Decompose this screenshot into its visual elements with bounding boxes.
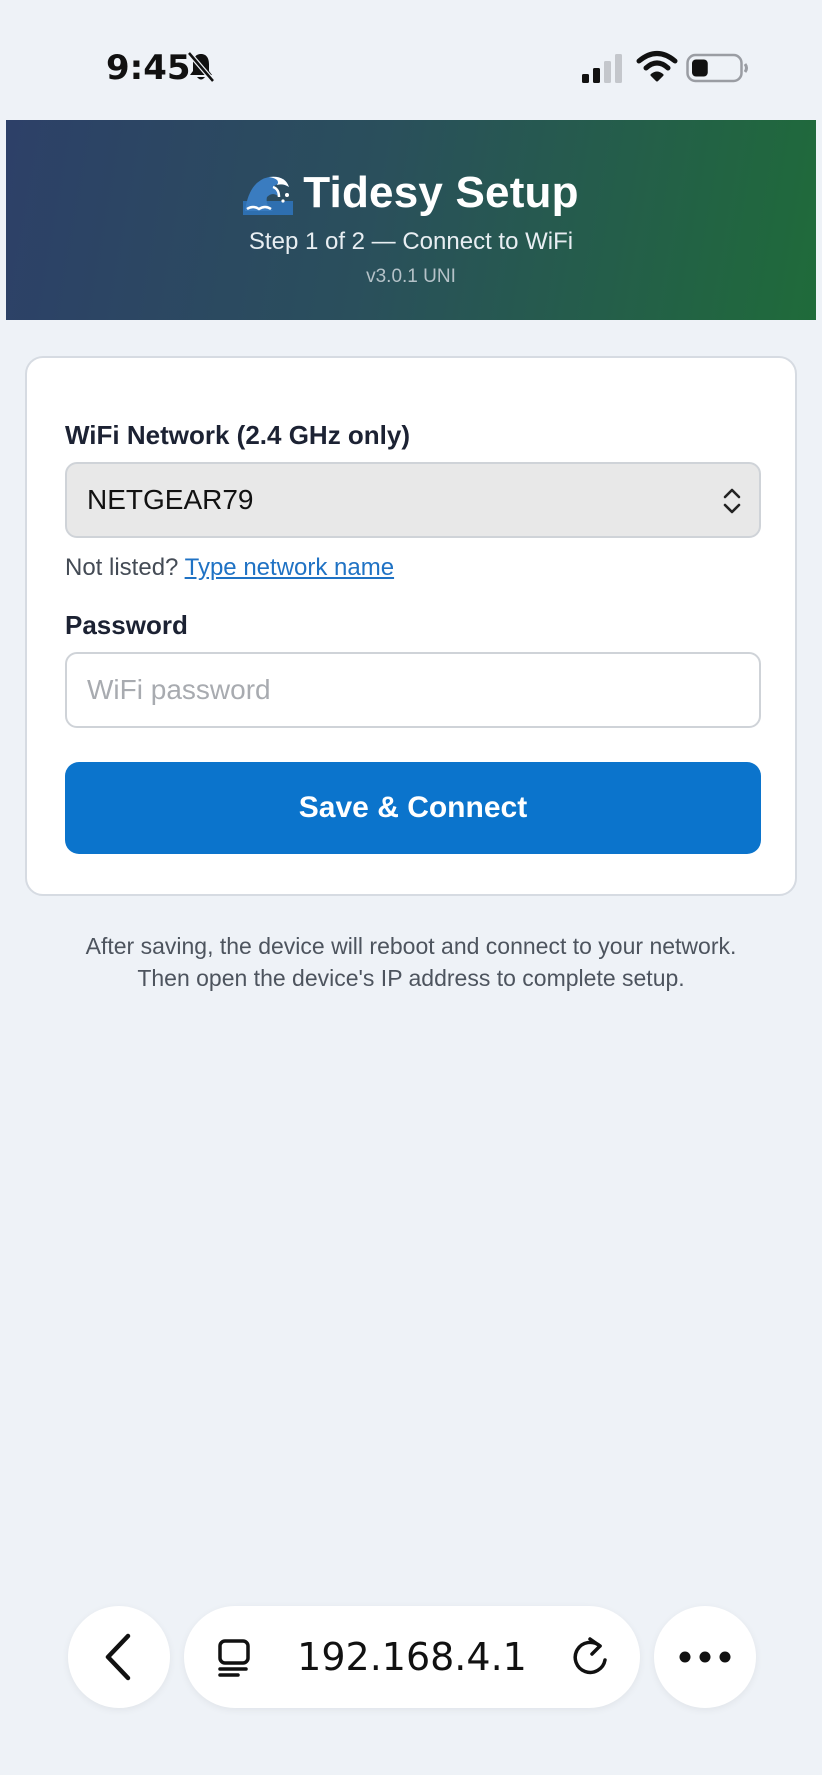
status-time: 9:45 [106,48,191,88]
cellular-signal-icon [582,54,622,83]
password-input[interactable] [65,652,761,728]
type-network-name-link[interactable]: Type network name [185,554,394,581]
setup-header: Tidesy Setup Step 1 of 2 — Connect to Wi… [6,120,816,320]
setup-footnote: After saving, the device will reboot and… [6,930,816,994]
back-button[interactable] [68,1606,170,1708]
save-connect-button[interactable]: Save & Connect [65,762,761,854]
wifi-icon [636,51,678,82]
more-button[interactable] [654,1606,756,1708]
version-label: v3.0.1 UNI [366,266,456,287]
wifi-form-card: WiFi Network (2.4 GHz only) NETGEAR79 No… [25,356,797,896]
more-icon [679,1651,731,1663]
step-subtitle: Step 1 of 2 — Connect to WiFi [248,228,574,255]
password-label: Password [65,610,188,640]
not-listed-hint: Not listed? Type network name [65,554,394,582]
not-listed-text: Not listed? [65,554,179,581]
wave-emoji-icon [243,176,294,215]
back-chevron-icon [105,1633,131,1681]
bell-slash-icon [187,51,215,83]
network-label: WiFi Network (2.4 GHz only) [65,420,411,450]
title-row: Tidesy Setup [6,168,816,218]
page-title: Tidesy Setup [303,168,579,217]
tabs-icon[interactable] [216,1638,254,1678]
phone-screen: 9:45 Tidesy Setup Step 1 of 2 — Connect … [6,8,816,1768]
network-select-value: NETGEAR79 [87,484,254,515]
reload-icon[interactable] [570,1636,610,1678]
battery-icon [686,53,748,83]
network-select[interactable]: NETGEAR79 [65,462,761,538]
chevron-up-down-icon [723,488,741,514]
address-bar[interactable]: 192.168.4.1 [184,1606,640,1708]
footnote-line-1: After saving, the device will reboot and… [85,933,737,959]
footnote-line-2: Then open the device's IP address to com… [137,965,685,991]
status-bar: 9:45 [6,8,816,120]
